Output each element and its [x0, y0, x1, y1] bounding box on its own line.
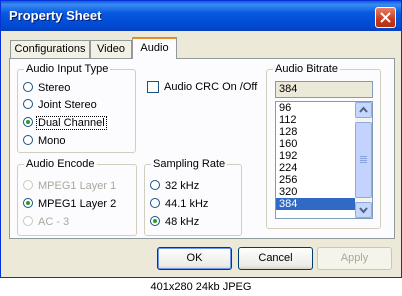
radio-button[interactable]	[23, 117, 33, 127]
list-item[interactable]: 128	[276, 126, 357, 138]
image-caption: 401x280 24kb JPEG	[0, 278, 402, 296]
radio-button[interactable]	[23, 180, 33, 190]
window-title: Property Sheet	[9, 8, 102, 23]
radio-button[interactable]	[23, 216, 33, 226]
vertical-scrollbar[interactable]	[355, 102, 372, 218]
list-item[interactable]: 112	[276, 114, 357, 126]
audio-crc-label: Audio CRC On /Off	[164, 81, 258, 93]
property-sheet-window: Property Sheet Configurations Video Audi…	[0, 0, 402, 278]
list-item[interactable]: 160	[276, 138, 357, 150]
scroll-down-button[interactable]	[355, 202, 372, 218]
radio-32khz-label: 32 kHz	[165, 180, 200, 192]
scroll-thumb[interactable]	[355, 122, 372, 198]
chevron-down-icon	[359, 207, 368, 214]
bitrate-value-field[interactable]: 384	[275, 81, 373, 98]
tab-audio[interactable]: Audio	[132, 37, 177, 59]
bitrate-value: 384	[279, 83, 298, 95]
radio-button[interactable]	[150, 180, 160, 190]
apply-button-label: Apply	[340, 252, 369, 264]
radio-button[interactable]	[150, 198, 160, 208]
radio-stereo-label: Stereo	[38, 82, 71, 94]
chevron-up-icon	[359, 106, 368, 113]
sampling-rate-legend: Sampling Rate	[151, 157, 228, 171]
list-item[interactable]: 320	[276, 186, 357, 198]
tab-configurations-label: Configurations	[14, 43, 86, 55]
bitrate-listbox[interactable]: 96 112 128 160 192 224 256 320 384	[275, 101, 373, 219]
radio-button[interactable]	[23, 198, 33, 208]
radio-button[interactable]	[150, 216, 160, 226]
sampling-rate-group: Sampling Rate 32 kHz 44.1 kHz 48 kHz	[144, 157, 242, 236]
radio-48khz-label: 48 kHz	[165, 216, 200, 228]
tab-video[interactable]: Video	[90, 40, 132, 58]
tab-video-label: Video	[97, 43, 125, 55]
scroll-up-button[interactable]	[355, 102, 372, 118]
ok-button[interactable]: OK	[157, 247, 232, 270]
radio-44-1khz-label: 44.1 kHz	[165, 198, 209, 210]
radio-mpeg1-layer-1-label: MPEG1 Layer 1	[38, 180, 117, 192]
list-item[interactable]: 224	[276, 162, 357, 174]
radio-button[interactable]	[23, 99, 33, 109]
cancel-button-label: Cancel	[258, 252, 293, 264]
list-item[interactable]: 192	[276, 150, 357, 162]
close-icon	[380, 12, 391, 23]
radio-button[interactable]	[23, 82, 33, 92]
ok-button-label: OK	[186, 252, 203, 264]
radio-button[interactable]	[23, 135, 33, 145]
list-item-selected[interactable]: 384	[276, 198, 357, 210]
title-bar[interactable]: Property Sheet	[1, 1, 401, 31]
radio-joint-stereo-label: Joint Stereo	[38, 99, 97, 111]
audio-encode-group: Audio Encode MPEG1 Layer 1 MPEG1 Layer 2…	[17, 157, 137, 236]
audio-input-type-legend: Audio Input Type	[24, 62, 111, 76]
tab-configurations[interactable]: Configurations	[10, 40, 90, 58]
audio-bitrate-legend: Audio Bitrate	[273, 62, 340, 76]
list-item[interactable]: 96	[276, 102, 357, 114]
tab-audio-label: Audio	[140, 42, 169, 54]
checkbox[interactable]	[147, 81, 159, 93]
radio-ac3-label: AC - 3	[38, 216, 70, 228]
radio-mono-label: Mono	[38, 135, 66, 147]
radio-dual-channel-label: Dual Channel	[36, 116, 107, 130]
audio-input-type-group: Audio Input Type Stereo Joint Stereo Dua…	[17, 62, 136, 153]
cancel-button[interactable]: Cancel	[238, 247, 313, 270]
apply-button[interactable]: Apply	[317, 247, 392, 270]
list-item[interactable]: 256	[276, 174, 357, 186]
close-button[interactable]	[375, 7, 396, 28]
audio-encode-legend: Audio Encode	[24, 157, 97, 171]
radio-mpeg1-layer-2-label: MPEG1 Layer 2	[38, 198, 117, 210]
